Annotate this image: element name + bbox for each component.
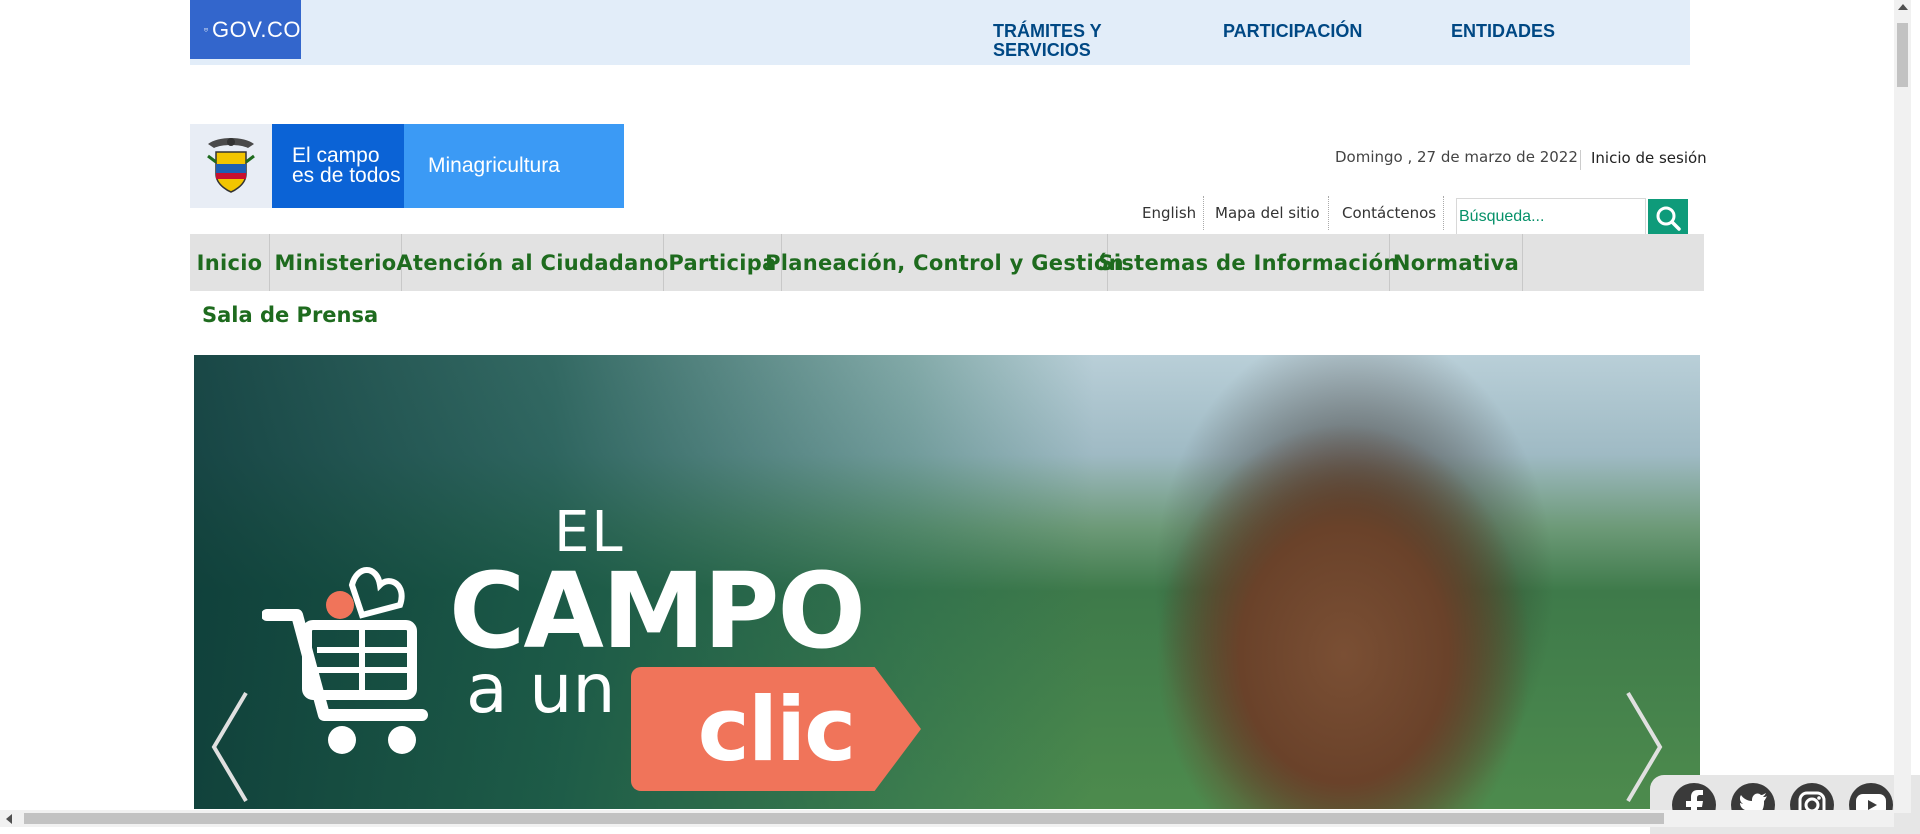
vertical-scrollbar[interactable]	[1894, 0, 1911, 813]
shopping-cart-icon	[262, 567, 428, 754]
main-menu: Inicio Ministerio Atención al Ciudadano …	[190, 234, 1704, 291]
menu-item-atencion-ciudadano[interactable]: Atención al Ciudadano	[396, 234, 668, 291]
brand-slogan: El campo es de todos	[272, 124, 404, 208]
menu-item-sala-prensa[interactable]: Sala de Prensa	[202, 303, 378, 327]
brand-slogan-line1: El campo	[292, 144, 380, 167]
nav-participacion[interactable]: PARTICIPACIÓN	[1223, 22, 1362, 41]
ministry-brand-logo[interactable]: El campo es de todos Minagricultura	[190, 124, 624, 208]
hero-text-clic: clic	[631, 667, 921, 791]
login-link[interactable]: Inicio de sesión	[1591, 149, 1707, 167]
current-date: Domingo , 27 de marzo de 2022	[1335, 148, 1578, 166]
link-english[interactable]: English	[1142, 204, 1196, 222]
menu-item-sistemas-informacion[interactable]: Sistemas de Información	[1098, 234, 1398, 291]
gov-top-bar: GOV.CO TRÁMITES Y SERVICIOS PARTICIPACIÓ…	[190, 0, 1690, 65]
menu-item-planeacion[interactable]: Planeación, Control y Gestión	[765, 234, 1124, 291]
horizontal-scrollbar[interactable]	[0, 810, 1894, 827]
menu-item-inicio[interactable]: Inicio	[190, 234, 270, 291]
search-button[interactable]	[1648, 199, 1688, 237]
govco-logo-text: GOV.CO	[212, 16, 301, 42]
horizontal-scrollbar-thumb[interactable]	[24, 813, 1664, 824]
link-mapa-sitio[interactable]: Mapa del sitio	[1215, 204, 1320, 222]
link-contactenos[interactable]: Contáctenos	[1342, 204, 1436, 222]
nav-tramites-servicios[interactable]: TRÁMITES Y SERVICIOS	[993, 22, 1143, 60]
menu-item-ministerio[interactable]: Ministerio	[270, 234, 402, 291]
chevron-left-icon[interactable]	[210, 687, 250, 807]
divider	[1328, 196, 1329, 230]
page: GOV.CO TRÁMITES Y SERVICIOS PARTICIPACIÓ…	[0, 0, 1920, 834]
search-icon	[1656, 206, 1681, 231]
divider	[1443, 196, 1444, 230]
divider	[1203, 196, 1204, 230]
divider	[1580, 150, 1581, 170]
search-input[interactable]	[1456, 198, 1646, 236]
hero-text-a-un: a un	[466, 650, 616, 729]
brand-ministry-name: Minagricultura	[404, 124, 624, 208]
nav-entidades[interactable]: ENTIDADES	[1451, 22, 1555, 41]
brand-slogan-line2: es de todos	[292, 164, 401, 187]
colombia-coat-of-arms-icon	[190, 124, 272, 208]
scroll-left-arrow-icon[interactable]	[6, 814, 12, 824]
hero-carousel[interactable]: EL CAMPO a un clic	[194, 355, 1700, 809]
menu-item-normativa[interactable]: Normativa	[1390, 234, 1523, 291]
vertical-scrollbar-thumb[interactable]	[1897, 23, 1908, 87]
govco-logo[interactable]: GOV.CO	[190, 0, 301, 59]
govco-shield-icon	[204, 27, 208, 32]
scroll-up-arrow-icon[interactable]	[1898, 4, 1908, 10]
